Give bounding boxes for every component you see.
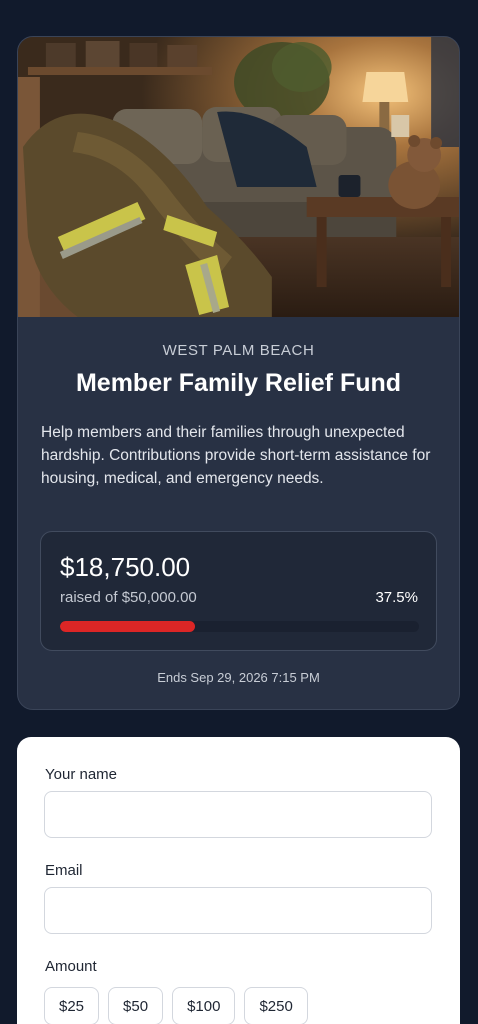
fundraising-progress-panel: $18,750.00 raised of $50,000.00 37.5% (40, 531, 437, 651)
amount-option-button[interactable]: $50 (108, 987, 164, 1024)
email-label: Email (45, 862, 83, 879)
amount-option-button[interactable]: $100 (172, 987, 236, 1024)
campaign-hero-image (18, 37, 459, 317)
progress-bar (60, 621, 419, 632)
campaign-location: WEST PALM BEACH (162, 342, 315, 359)
progress-percent: 37.5% (375, 589, 418, 606)
amount-options: $25 $50 $100 $250 (44, 987, 308, 1024)
amount-option-button[interactable]: $250 (244, 987, 308, 1024)
campaign-end-date: Ends Sep 29, 2026 7:15 PM (157, 670, 320, 685)
amount-option-button[interactable]: $25 (44, 987, 100, 1024)
raised-amount: $18,750.00 (60, 552, 191, 582)
campaign-description: Help members and their families through … (41, 424, 431, 487)
name-input[interactable] (44, 791, 432, 838)
goal-text: raised of $50,000.00 (60, 589, 197, 606)
donation-form: Your name Email Amount $25 $50 $100 $250 (17, 737, 460, 1024)
email-input[interactable] (44, 887, 432, 934)
progress-bar-fill (60, 621, 195, 632)
campaign-card: WEST PALM BEACH Member Family Relief Fun… (17, 36, 460, 710)
page: WEST PALM BEACH Member Family Relief Fun… (0, 0, 478, 1024)
name-label: Your name (45, 766, 117, 783)
amount-label: Amount (45, 958, 97, 975)
campaign-title: Member Family Relief Fund (75, 369, 402, 397)
